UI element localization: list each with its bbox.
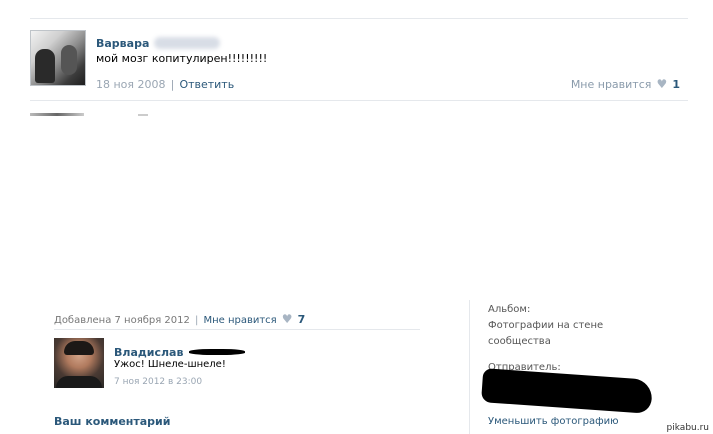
commenter-avatar[interactable] <box>30 30 86 86</box>
vladislav-comment-text: Ужос! Шнеле-шнеле! <box>114 359 226 370</box>
heart-icon: ♥ <box>281 312 293 326</box>
next-text-edge <box>138 114 148 116</box>
vladislav-name-row: Владислав <box>114 341 245 360</box>
photo-meta-separator: | <box>194 315 199 326</box>
vladislav-comment-date: 7 ноя 2012 в 23:00 <box>114 377 203 387</box>
reply-link[interactable]: Ответить <box>179 78 234 91</box>
album-label: Альбом: <box>488 304 531 315</box>
next-avatar-edge <box>30 113 84 116</box>
like-count: 1 <box>672 78 680 91</box>
your-comment-label[interactable]: Ваш комментарий <box>54 415 170 428</box>
avatar-shirt <box>56 376 102 388</box>
avatar-figure-2 <box>61 45 77 75</box>
shrink-photo-link[interactable]: Уменьшить фотографию <box>488 416 619 427</box>
avatar-hair <box>64 341 94 355</box>
heart-icon: ♥ <box>656 77 668 91</box>
top-like-button[interactable]: Мне нравится ♥ 1 <box>571 73 680 92</box>
watermark: pikabu.ru <box>666 423 709 433</box>
vladislav-avatar[interactable] <box>54 338 104 388</box>
blurred-surname <box>154 36 221 49</box>
photo-like-count: 7 <box>297 313 306 326</box>
photo-meta-divider <box>54 329 420 330</box>
vertical-divider <box>469 300 470 434</box>
comment-date: 18 ноя 2008 <box>96 78 166 91</box>
avatar-figure <box>35 49 55 83</box>
comment-author-name[interactable]: Варвара <box>96 37 149 50</box>
album-name-line1[interactable]: Фотографии на стене <box>488 318 603 334</box>
comment-text: мой мозг копитулирен!!!!!!!!! <box>96 52 268 65</box>
added-date: Добавлена 7 ноября 2012 <box>54 315 190 326</box>
photo-like-label[interactable]: Мне нравится <box>203 315 276 326</box>
vladislav-name[interactable]: Владислав <box>114 346 183 359</box>
photo-meta-row: Добавлена 7 ноября 2012 | Мне нравится ♥… <box>54 308 305 327</box>
redacted-surname <box>188 348 245 355</box>
comment-meta-row: 18 ноя 2008 | Ответить <box>96 73 234 92</box>
mid-divider <box>30 100 688 101</box>
comment-author-row: Варвара <box>96 32 221 51</box>
top-divider <box>30 18 688 19</box>
album-name-line2[interactable]: сообщества <box>488 334 551 350</box>
redacted-sender-name <box>481 368 653 414</box>
like-label: Мне нравится <box>570 78 652 91</box>
meta-separator: | <box>170 78 175 91</box>
